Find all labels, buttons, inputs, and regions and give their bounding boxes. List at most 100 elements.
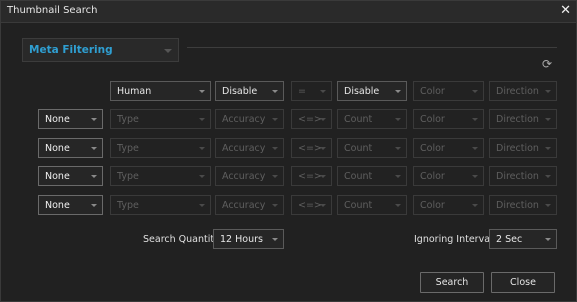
chevron-down-icon xyxy=(472,118,478,121)
chevron-down-icon xyxy=(545,175,551,178)
chevron-down-icon xyxy=(272,238,278,241)
operator-dropdown-row-4[interactable]: <=> xyxy=(291,195,332,215)
close-button[interactable]: Close xyxy=(491,272,555,293)
chevron-down-icon xyxy=(199,90,205,93)
meta-filtering-dropdown[interactable]: Meta Filtering xyxy=(22,38,179,62)
count-value: Count xyxy=(344,171,373,182)
search-button[interactable]: Search xyxy=(420,272,484,293)
chevron-down-icon xyxy=(272,118,278,121)
type-dropdown-row-3[interactable]: Type xyxy=(110,166,211,186)
chevron-down-icon xyxy=(91,147,97,150)
chevron-down-icon xyxy=(320,90,326,93)
color-value: Color xyxy=(420,171,445,182)
operator-value: <=> xyxy=(298,114,322,125)
type-value: Human xyxy=(117,86,152,97)
direction-value: Direction xyxy=(496,114,539,125)
direction-value: Direction xyxy=(496,143,539,154)
direction-dropdown-row-4[interactable]: Direction xyxy=(489,195,557,215)
search-quantity-value: 12 Hours xyxy=(220,234,263,245)
operator-dropdown-row-1[interactable]: <=> xyxy=(291,109,332,129)
logic-dropdown-row-3[interactable]: None xyxy=(38,166,103,186)
chevron-down-icon xyxy=(199,118,205,121)
accuracy-dropdown-row-0[interactable]: Disable xyxy=(215,81,284,101)
count-value: Count xyxy=(344,143,373,154)
count-dropdown-row-4[interactable]: Count xyxy=(337,195,407,215)
operator-value: <=> xyxy=(298,200,322,211)
chevron-down-icon xyxy=(395,147,401,150)
chevron-down-icon xyxy=(320,147,326,150)
chevron-down-icon xyxy=(91,118,97,121)
logic-dropdown-row-4[interactable]: None xyxy=(38,195,103,215)
count-dropdown-row-2[interactable]: Count xyxy=(337,138,407,158)
operator-value: <=> xyxy=(298,143,322,154)
operator-value: <=> xyxy=(298,171,322,182)
ignoring-interval-value: 2 Sec xyxy=(496,234,523,245)
chevron-down-icon xyxy=(272,147,278,150)
direction-dropdown-row-3[interactable]: Direction xyxy=(489,166,557,186)
search-quantity-dropdown[interactable]: 12 Hours xyxy=(213,229,284,249)
accuracy-value: Accuracy xyxy=(222,200,266,211)
logic-value: None xyxy=(45,143,70,154)
count-value: Disable xyxy=(344,86,380,97)
count-dropdown-row-1[interactable]: Count xyxy=(337,109,407,129)
accuracy-dropdown-row-4[interactable]: Accuracy xyxy=(215,195,284,215)
operator-dropdown-row-2[interactable]: <=> xyxy=(291,138,332,158)
chevron-down-icon xyxy=(395,175,401,178)
direction-value: Direction xyxy=(496,171,539,182)
chevron-down-icon xyxy=(545,118,551,121)
color-dropdown-row-0[interactable]: Color xyxy=(413,81,484,101)
accuracy-value: Accuracy xyxy=(222,143,266,154)
direction-dropdown-row-1[interactable]: Direction xyxy=(489,109,557,129)
type-dropdown-row-2[interactable]: Type xyxy=(110,138,211,158)
count-dropdown-row-0[interactable]: Disable xyxy=(337,81,407,101)
accuracy-dropdown-row-1[interactable]: Accuracy xyxy=(215,109,284,129)
ignoring-interval-dropdown[interactable]: 2 Sec xyxy=(489,229,557,249)
chevron-down-icon xyxy=(320,204,326,207)
type-dropdown-row-4[interactable]: Type xyxy=(110,195,211,215)
color-value: Color xyxy=(420,143,445,154)
color-value: Color xyxy=(420,114,445,125)
ignoring-interval-label: Ignoring Interval xyxy=(414,234,493,245)
accuracy-value: Accuracy xyxy=(222,171,266,182)
chevron-down-icon xyxy=(395,204,401,207)
type-value: Type xyxy=(117,200,139,211)
chevron-down-icon xyxy=(199,175,205,178)
chevron-down-icon xyxy=(545,147,551,150)
chevron-down-icon xyxy=(472,175,478,178)
logic-value: None xyxy=(45,114,70,125)
chevron-down-icon xyxy=(472,204,478,207)
operator-dropdown-row-0[interactable]: = xyxy=(291,81,332,101)
type-dropdown-row-0[interactable]: Human xyxy=(110,81,211,101)
operator-dropdown-row-3[interactable]: <=> xyxy=(291,166,332,186)
chevron-down-icon xyxy=(320,118,326,121)
chevron-down-icon xyxy=(472,90,478,93)
color-value: Color xyxy=(420,200,445,211)
color-dropdown-row-4[interactable]: Color xyxy=(413,195,484,215)
chevron-down-icon xyxy=(545,238,551,241)
color-dropdown-row-2[interactable]: Color xyxy=(413,138,484,158)
divider-line xyxy=(187,47,557,48)
search-quantity-label: Search Quantity xyxy=(143,234,220,245)
chevron-down-icon xyxy=(91,175,97,178)
logic-dropdown-row-1[interactable]: None xyxy=(38,109,103,129)
accuracy-dropdown-row-2[interactable]: Accuracy xyxy=(215,138,284,158)
chevron-down-icon xyxy=(395,118,401,121)
logic-dropdown-row-2[interactable]: None xyxy=(38,138,103,158)
title-bar: Thumbnail Search ✕ xyxy=(1,1,576,23)
chevron-down-icon xyxy=(545,90,551,93)
chevron-down-icon xyxy=(395,90,401,93)
meta-filtering-label: Meta Filtering xyxy=(29,44,113,56)
chevron-down-icon xyxy=(272,175,278,178)
type-value: Type xyxy=(117,143,139,154)
type-dropdown-row-1[interactable]: Type xyxy=(110,109,211,129)
direction-dropdown-row-0[interactable]: Direction xyxy=(489,81,557,101)
color-dropdown-row-1[interactable]: Color xyxy=(413,109,484,129)
color-dropdown-row-3[interactable]: Color xyxy=(413,166,484,186)
accuracy-dropdown-row-3[interactable]: Accuracy xyxy=(215,166,284,186)
close-icon[interactable]: ✕ xyxy=(560,3,571,19)
count-dropdown-row-3[interactable]: Count xyxy=(337,166,407,186)
direction-dropdown-row-2[interactable]: Direction xyxy=(489,138,557,158)
refresh-icon[interactable]: ⟳ xyxy=(540,57,554,71)
accuracy-value: Accuracy xyxy=(222,114,266,125)
chevron-down-icon xyxy=(91,204,97,207)
